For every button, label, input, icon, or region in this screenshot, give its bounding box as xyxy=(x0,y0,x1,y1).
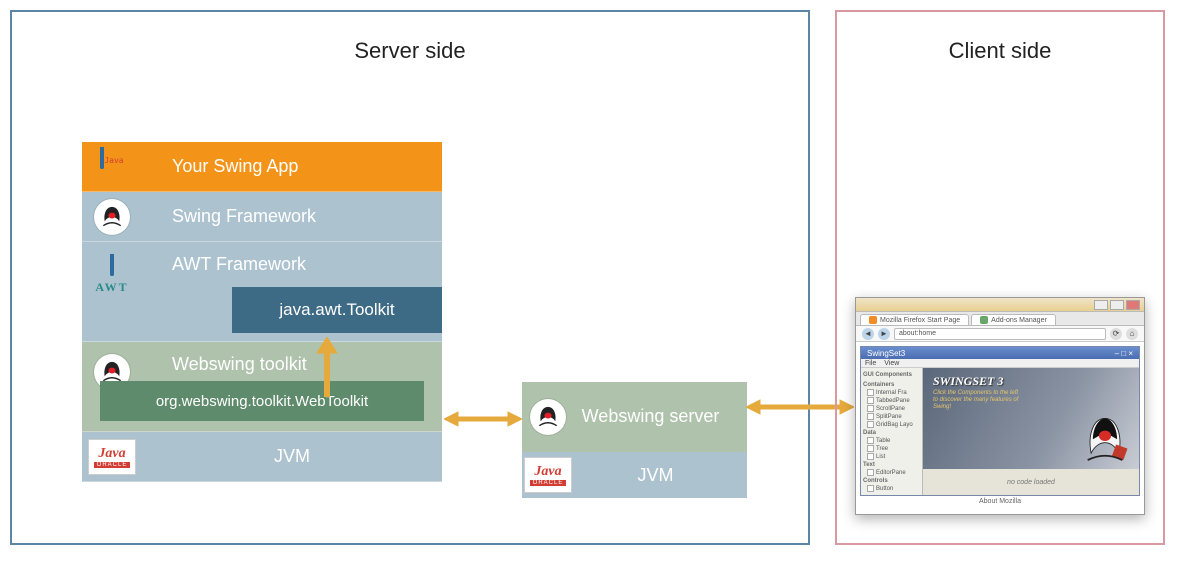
firefox-icon xyxy=(869,316,877,324)
webswing-server-layer: Webswing server xyxy=(522,382,747,452)
maximize-icon xyxy=(1110,300,1124,310)
server-side-title: Server side xyxy=(12,12,808,64)
duke-mascot-icon xyxy=(1079,415,1131,467)
layer-label: JVM xyxy=(142,446,442,467)
browser-tab-strip: Mozilla Firefox Start Page Add-ons Manag… xyxy=(856,312,1144,326)
java-oracle-icon: Java ORACLE xyxy=(524,457,572,493)
list-item: TabbedPane xyxy=(867,397,920,404)
home-icon: ⌂ xyxy=(1126,328,1138,340)
arrow-webtoolkit-to-server xyxy=(444,407,522,431)
swingset-menubar: File View xyxy=(861,359,1139,368)
layer-your-swing-app: Java Your Swing App xyxy=(82,142,442,192)
java-oracle-icon: Java ORACLE xyxy=(88,439,136,475)
server-side-panel: Server side Java Your Swing App Swing Fr… xyxy=(10,10,810,545)
window-controls-icon: – □ × xyxy=(1115,349,1133,358)
layer-swing-framework: Swing Framework xyxy=(82,192,442,242)
list-item: GridBag Layo xyxy=(867,421,920,428)
duke-icon xyxy=(94,199,130,235)
browser-tab: Mozilla Firefox Start Page xyxy=(860,314,969,325)
list-item: Button xyxy=(867,485,920,492)
hero-title: SWINGSET 3 xyxy=(933,374,1003,389)
jvm-stack: Java Your Swing App Swing Framework AWT … xyxy=(82,142,442,482)
arrow-webtoolkit-to-awttoolkit xyxy=(312,337,342,397)
addons-icon xyxy=(980,316,988,324)
swingset-titlebar: SwingSet3 – □ × xyxy=(861,347,1139,359)
layer-label: AWT Framework xyxy=(142,254,442,275)
client-side-title: Client side xyxy=(837,12,1163,64)
minimize-icon xyxy=(1094,300,1108,310)
browser-viewport: SwingSet3 – □ × File View GUI Components… xyxy=(856,342,1144,514)
hero-subtitle: Click the Components to the left to disc… xyxy=(933,390,1023,412)
java-icon xyxy=(96,254,128,280)
client-side-panel: Client side Mozilla Firefox Start Page A… xyxy=(835,10,1165,545)
layer-jvm: Java ORACLE JVM xyxy=(82,432,442,482)
box-label: java.awt.Toolkit xyxy=(279,300,394,320)
webswing-server-jvm-layer: Java ORACLE JVM xyxy=(522,452,747,498)
java-awt-toolkit-box: java.awt.Toolkit xyxy=(232,287,442,333)
layer-webswing-toolkit: Webswing toolkit org.webswing.toolkit.We… xyxy=(82,342,442,432)
awt-text-icon: AWT xyxy=(95,280,128,295)
menu-item: View xyxy=(884,360,899,367)
back-icon: ◄ xyxy=(862,328,874,340)
layer-label: JVM xyxy=(574,465,747,486)
swingset-code-panel: no code loaded xyxy=(923,469,1139,495)
about-mozilla-link: About Mozilla xyxy=(860,496,1140,505)
list-item: Tree xyxy=(867,445,920,452)
list-item: EditorPane xyxy=(867,469,920,476)
list-item: Internal Fra xyxy=(867,389,920,396)
layer-label: Swing Framework xyxy=(142,206,442,227)
close-icon xyxy=(1126,300,1140,310)
layer-label: Your Swing App xyxy=(142,156,442,177)
webswing-server-box: Webswing server Java ORACLE JVM xyxy=(522,382,747,498)
list-item: SplitPane xyxy=(867,413,920,420)
browser-titlebar xyxy=(856,298,1144,312)
java-icon: Java xyxy=(96,147,128,187)
list-item: Table xyxy=(867,437,920,444)
swingset-window: SwingSet3 – □ × File View GUI Components… xyxy=(860,346,1140,496)
swingset-sidebar: GUI Components Containers Internal Fra T… xyxy=(861,368,923,495)
menu-item: File xyxy=(865,360,876,367)
webtoolkit-class-box: org.webswing.toolkit.WebToolkit xyxy=(100,381,424,421)
reload-icon: ⟳ xyxy=(1110,328,1122,340)
forward-icon: ► xyxy=(878,328,890,340)
list-item: ScrollPane xyxy=(867,405,920,412)
layer-label: Webswing toolkit xyxy=(142,354,442,375)
layer-label: Webswing server xyxy=(574,406,747,428)
browser-urlbar: ◄ ► about:home ⟳ ⌂ xyxy=(856,326,1144,342)
layer-awt-framework: AWT AWT Framework java.awt.Toolkit xyxy=(82,242,442,342)
swingset-hero: SWINGSET 3 Click the Components to the l… xyxy=(923,368,1139,469)
list-item: List xyxy=(867,453,920,460)
browser-tab: Add-ons Manager xyxy=(971,314,1056,325)
webswing-icon xyxy=(530,399,566,435)
browser-url-field: about:home xyxy=(894,328,1106,340)
browser-window: Mozilla Firefox Start Page Add-ons Manag… xyxy=(855,297,1145,515)
